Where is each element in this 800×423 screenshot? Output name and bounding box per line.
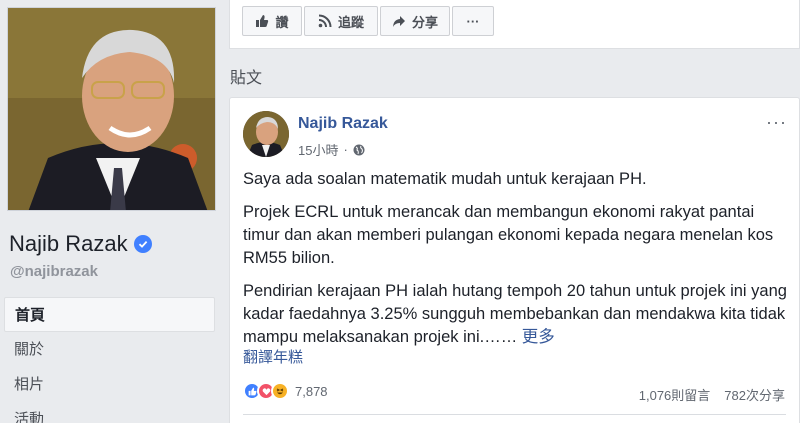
page-nav: 首頁 關於 相片 活動: [4, 297, 215, 423]
share-page-label: 分享: [411, 14, 438, 30]
author-avatar-image: [243, 111, 289, 157]
post-paragraph: Projek ECRL untuk merancak dan membangun…: [243, 203, 774, 267]
profile-photo[interactable]: [7, 7, 216, 211]
author-avatar[interactable]: [243, 111, 289, 157]
post-paragraph: Saya ada soalan matematik mudah untuk ke…: [243, 170, 647, 188]
share-count[interactable]: 782次分享: [724, 385, 785, 404]
post-divider: [243, 414, 786, 415]
more-options-button[interactable]: ···: [452, 6, 494, 36]
reactions-summary[interactable]: 7,878: [243, 382, 328, 400]
post-timestamp[interactable]: 15小時 ·: [298, 140, 365, 159]
thumbs-up-icon: [256, 15, 269, 27]
rss-follow-icon: [318, 14, 332, 28]
post-card: Najib Razak 15小時 · ··· Saya ada soalan m…: [229, 97, 800, 423]
like-page-label: 讚: [275, 14, 289, 30]
nav-item-about[interactable]: 關於: [4, 332, 215, 367]
post-paragraph-text: Pendirian kerajaan PH ialah hutang tempo…: [243, 282, 787, 346]
profile-photo-image: [8, 8, 215, 210]
page-action-bar: 讚 追蹤 分享 ···: [229, 0, 800, 49]
haha-reaction-icon: [271, 382, 289, 400]
globe-icon: [353, 144, 365, 155]
posts-section-title: 貼文: [230, 70, 263, 87]
profile-name-text: Najib Razak: [9, 231, 128, 256]
see-more-link[interactable]: 更多: [522, 328, 555, 346]
translate-link[interactable]: 翻譯年糕: [243, 346, 303, 367]
comment-count[interactable]: 1,076則留言: [639, 385, 711, 404]
nav-item-home[interactable]: 首頁: [4, 297, 215, 332]
profile-handle[interactable]: @najibrazak: [10, 263, 98, 280]
nav-item-photos[interactable]: 相片: [4, 367, 215, 402]
follow-button[interactable]: 追蹤: [304, 6, 378, 36]
share-arrow-icon: [392, 16, 405, 27]
post-options-icon[interactable]: ···: [766, 112, 787, 133]
reaction-count: 7,878: [295, 383, 328, 399]
like-page-button[interactable]: 讚: [242, 6, 302, 36]
nav-item-events[interactable]: 活動: [4, 402, 215, 423]
separator-dot: ·: [343, 142, 348, 157]
post-paragraph: Pendirian kerajaan PH ialah hutang tempo…: [243, 280, 791, 349]
profile-name[interactable]: Najib Razak: [9, 231, 152, 257]
share-page-button[interactable]: 分享: [380, 6, 450, 36]
post-stats: 1,076則留言 782次分享: [639, 385, 785, 404]
post-body: Saya ada soalan matematik mudah untuk ke…: [243, 168, 791, 349]
verified-badge-icon: [133, 235, 152, 253]
post-author-name[interactable]: Najib Razak: [298, 115, 388, 133]
follow-label: 追蹤: [337, 14, 364, 30]
post-time-text: 15小時: [298, 143, 339, 158]
more-options-icon: ···: [466, 13, 480, 29]
